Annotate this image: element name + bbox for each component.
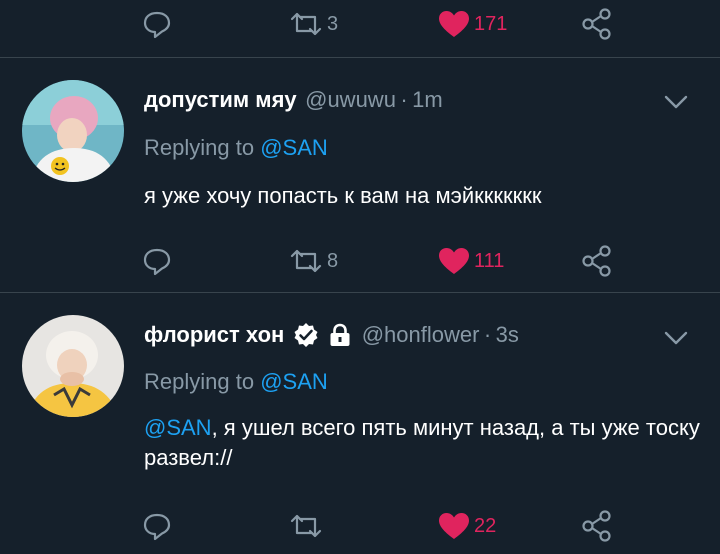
tweet-actions: 8 111 [0, 241, 720, 281]
separator: · [483, 322, 492, 347]
lock-icon [327, 322, 353, 353]
chevron-down-icon [664, 331, 688, 345]
top-tweet-actions: 3 171 [0, 4, 720, 44]
retweet-button[interactable]: 3 [288, 4, 338, 44]
replying-prefix: Replying to [144, 135, 255, 160]
share-button[interactable] [582, 241, 612, 281]
reply-button[interactable] [140, 506, 174, 546]
reply-icon [143, 248, 171, 276]
retweet-count: 8 [327, 249, 339, 272]
retweet-button[interactable]: 8 [288, 241, 338, 281]
share-icon [582, 245, 611, 277]
avatar[interactable] [22, 315, 124, 417]
like-button[interactable]: 171 [437, 4, 507, 44]
like-button[interactable]: 22 [437, 506, 496, 546]
share-icon [582, 8, 611, 40]
verified-badge-icon [293, 322, 319, 353]
heart-icon [439, 513, 469, 539]
replying-prefix: Replying to [144, 369, 255, 394]
retweet-icon [290, 249, 322, 273]
retweet-icon [290, 514, 322, 538]
retweet-icon [290, 12, 322, 36]
reply-icon [143, 11, 171, 39]
tweet[interactable]: допустим мяу @uwuwu · 1m Replying to @SA… [0, 58, 720, 292]
heart-icon [439, 11, 469, 37]
share-button[interactable] [582, 506, 612, 546]
reply-button[interactable] [140, 241, 174, 281]
chevron-down-icon [664, 95, 688, 109]
like-count: 171 [474, 12, 508, 35]
tweet-text: @SAN, я ушел всего пять минут назад, а т… [144, 413, 704, 473]
replying-to: Replying to @SAN [144, 369, 328, 395]
replying-to-mention[interactable]: @SAN [260, 369, 328, 394]
tweet-actions: 22 [0, 506, 720, 546]
avatar[interactable] [22, 80, 124, 182]
reply-icon [143, 513, 171, 541]
like-button[interactable]: 111 [437, 241, 504, 281]
heart-icon [439, 248, 469, 274]
tweet-text: я уже хочу попасть к вам на мэйккккккк [144, 183, 542, 208]
tweet-menu-button[interactable] [662, 328, 690, 353]
reply-button[interactable] [140, 4, 174, 44]
handle[interactable]: @uwuwu [305, 87, 396, 112]
display-name[interactable]: флорист хон [144, 322, 284, 347]
like-count: 22 [474, 514, 497, 537]
retweet-button[interactable] [288, 506, 324, 546]
separator: · [400, 87, 408, 112]
display-name[interactable]: допустим мяу [144, 87, 297, 112]
timestamp[interactable]: 3s [496, 322, 519, 347]
retweet-count: 3 [327, 12, 339, 35]
share-button[interactable] [582, 4, 612, 44]
tweet[interactable]: флорист хон @honflower · 3s Replying to … [0, 293, 720, 554]
handle[interactable]: @honflower [362, 322, 480, 347]
tweet-text-mention[interactable]: @SAN [144, 415, 212, 440]
replying-to-mention[interactable]: @SAN [260, 135, 328, 160]
tweet-text-body: , я ушел всего пять минут назад, а ты уж… [144, 415, 700, 470]
tweet-menu-button[interactable] [662, 92, 690, 117]
like-count: 111 [474, 249, 505, 272]
share-icon [582, 510, 611, 542]
timestamp[interactable]: 1m [412, 87, 443, 112]
replying-to: Replying to @SAN [144, 135, 328, 161]
